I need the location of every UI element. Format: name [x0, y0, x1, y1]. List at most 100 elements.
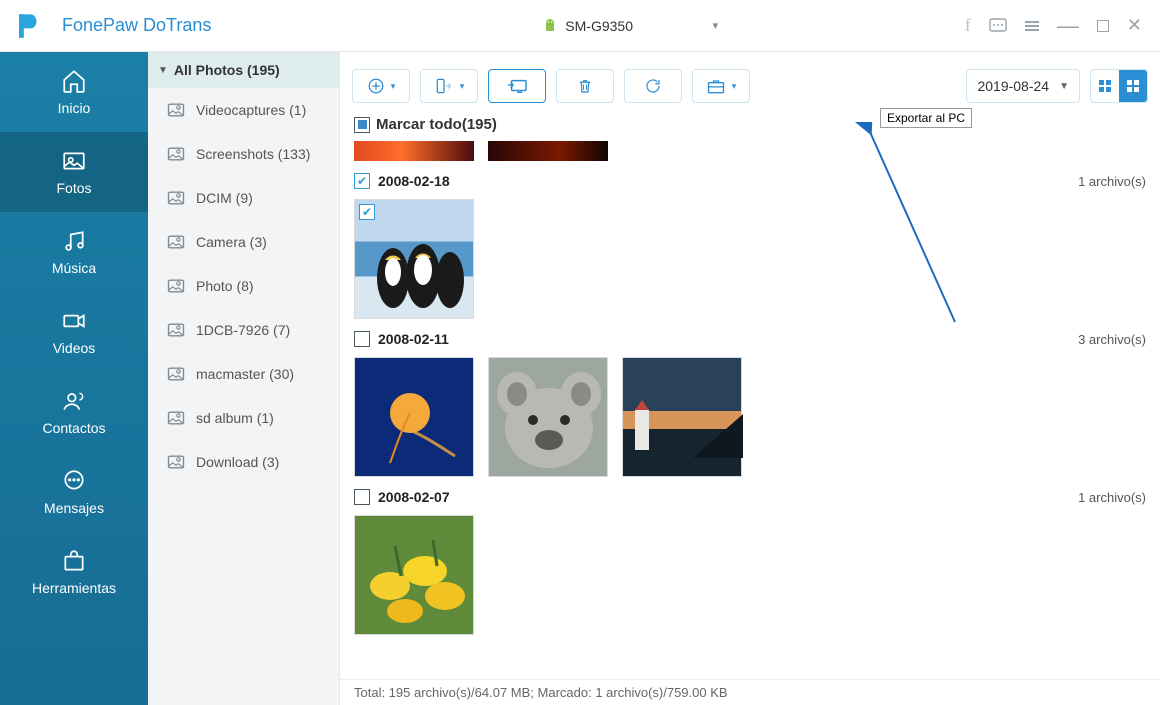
picture-icon [166, 100, 186, 120]
thumbnail[interactable] [354, 357, 474, 477]
date-filter[interactable]: 2019-08-24 ▼ [966, 69, 1080, 103]
group-count: 1 archivo(s) [1078, 174, 1146, 189]
group-count: 3 archivo(s) [1078, 332, 1146, 347]
album-label: Videocaptures (1) [196, 102, 306, 118]
picture-icon [166, 408, 186, 428]
to-phone-icon [434, 77, 454, 95]
nav-fotos[interactable]: Fotos [0, 132, 148, 212]
album-header[interactable]: All Photos (195) [148, 52, 339, 88]
toolbar: ▾ ▾ ▾ 2019-08-24 ▼ [340, 62, 1160, 110]
view-grid-large[interactable] [1119, 70, 1147, 102]
nav-label: Videos [53, 340, 96, 356]
group-checkbox[interactable] [354, 173, 370, 189]
content-pane: ▾ ▾ ▾ 2019-08-24 ▼ [340, 52, 1160, 705]
photos-icon [61, 148, 87, 174]
tools-icon [61, 548, 87, 574]
group-header[interactable]: 2008-02-07 1 archivo(s) [354, 489, 1146, 505]
thumbnail[interactable] [488, 357, 608, 477]
home-icon [61, 68, 87, 94]
menu-icon[interactable] [1025, 21, 1039, 31]
thumb-checkbox[interactable] [359, 204, 375, 220]
picture-icon [166, 188, 186, 208]
album-item[interactable]: DCIM (9) [148, 176, 339, 220]
view-grid-small[interactable] [1091, 70, 1119, 102]
delete-button[interactable] [556, 69, 614, 103]
group-date: 2008-02-11 [378, 331, 449, 347]
picture-icon [166, 276, 186, 296]
album-label: macmaster (30) [196, 366, 294, 382]
nav-label: Contactos [42, 420, 105, 436]
album-item[interactable]: sd album (1) [148, 396, 339, 440]
nav-label: Fotos [56, 180, 91, 196]
nav-videos[interactable]: Videos [0, 292, 148, 372]
to-pc-icon [506, 77, 528, 95]
chevron-down-icon: ▾ [391, 81, 396, 92]
picture-icon [166, 144, 186, 164]
feedback-icon[interactable] [989, 18, 1007, 34]
nav-label: Música [52, 260, 96, 276]
album-label: 1DCB-7926 (7) [196, 322, 290, 338]
nav-mensajes[interactable]: Mensajes [0, 452, 148, 532]
album-label: DCIM (9) [196, 190, 253, 206]
nav-contactos[interactable]: Contactos [0, 372, 148, 452]
device-selector[interactable]: SM-G9350 ▾ [498, 14, 678, 38]
group-date: 2008-02-18 [378, 173, 450, 189]
app-title: FonePaw DoTrans [62, 15, 211, 36]
toolbox-button[interactable]: ▾ [692, 69, 750, 103]
refresh-button[interactable] [624, 69, 682, 103]
chevron-down-icon: ▾ [460, 81, 465, 92]
album-item[interactable]: Camera (3) [148, 220, 339, 264]
album-sidebar: All Photos (195) Videocaptures (1) Screen… [148, 52, 340, 705]
minimize-button[interactable]: — [1057, 13, 1079, 39]
refresh-icon [644, 77, 662, 95]
thumbnail[interactable] [354, 199, 474, 319]
title-bar: FonePaw DoTrans SM-G9350 ▾ f — ✕ [0, 0, 1160, 52]
export-device-button[interactable]: ▾ [420, 69, 478, 103]
photo-area[interactable]: Marcar todo(195) 2008-02-18 1 archivo(s) [340, 110, 1160, 679]
album-label: Download (3) [196, 454, 279, 470]
thumbnail[interactable] [488, 141, 608, 161]
maximize-button[interactable] [1097, 20, 1109, 32]
messages-icon [61, 468, 87, 494]
thumbnail[interactable] [354, 515, 474, 635]
album-item[interactable]: 1DCB-7926 (7) [148, 308, 339, 352]
mark-all-label: Marcar todo(195) [376, 116, 497, 133]
social-icon[interactable]: f [965, 15, 971, 36]
chevron-down-icon: ▼ [1059, 81, 1069, 92]
mark-all-row[interactable]: Marcar todo(195) [354, 116, 1146, 133]
app-logo [0, 0, 52, 52]
add-button[interactable]: ▾ [352, 69, 410, 103]
chevron-down-icon: ▾ [713, 19, 719, 32]
album-item[interactable]: macmaster (30) [148, 352, 339, 396]
group-checkbox[interactable] [354, 331, 370, 347]
chevron-down-icon: ▾ [732, 81, 737, 92]
music-icon [61, 228, 87, 254]
album-item[interactable]: Photo (8) [148, 264, 339, 308]
album-item[interactable]: Videocaptures (1) [148, 88, 339, 132]
nav-inicio[interactable]: Inicio [0, 52, 148, 132]
device-name: SM-G9350 [565, 18, 633, 34]
nav-musica[interactable]: Música [0, 212, 148, 292]
album-item[interactable]: Download (3) [148, 440, 339, 484]
view-toggle [1090, 69, 1148, 103]
nav-label: Inicio [58, 100, 91, 116]
album-label: sd album (1) [196, 410, 274, 426]
close-button[interactable]: ✕ [1127, 15, 1142, 36]
briefcase-icon [706, 77, 726, 95]
nav-herramientas[interactable]: Herramientas [0, 532, 148, 612]
album-item[interactable]: Screenshots (133) [148, 132, 339, 176]
sidebar-nav: Inicio Fotos Música Videos Contactos Men… [0, 52, 148, 705]
trash-icon [576, 77, 594, 95]
album-label: Screenshots (133) [196, 146, 310, 162]
thumbnail[interactable] [622, 357, 742, 477]
status-text: Total: 195 archivo(s)/64.07 MB; Marcado:… [354, 685, 728, 700]
picture-icon [166, 452, 186, 472]
group-checkbox[interactable] [354, 489, 370, 505]
export-pc-tooltip: Exportar al PC [880, 108, 972, 128]
mark-all-checkbox[interactable] [354, 117, 370, 133]
thumbnail[interactable] [354, 141, 474, 161]
export-pc-button[interactable] [488, 69, 546, 103]
android-icon [543, 18, 557, 34]
group-header[interactable]: 2008-02-18 1 archivo(s) [354, 173, 1146, 189]
group-header[interactable]: 2008-02-11 3 archivo(s) [354, 331, 1146, 347]
